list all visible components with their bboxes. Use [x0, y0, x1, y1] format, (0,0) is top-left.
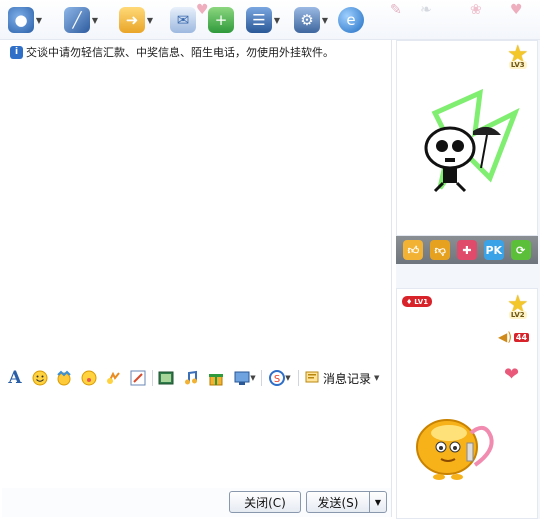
add-chat-icon: + — [208, 7, 234, 33]
chevron-down-icon[interactable]: ▼ — [145, 16, 155, 25]
chevron-down-icon: ▼ — [374, 497, 382, 507]
message-record-label: 消息记录 — [323, 371, 372, 386]
webcam-icon: ● — [8, 7, 34, 33]
speaker-icon: ◀) — [498, 330, 512, 344]
chevron-down-icon[interactable]: ▼ — [250, 374, 255, 382]
music-icon[interactable] — [182, 369, 200, 387]
svg-text:S: S — [274, 374, 280, 385]
ribbon-decoration-icon: ❧ — [420, 2, 432, 18]
heart-decoration-icon: ♥ — [196, 2, 209, 18]
browser-button[interactable]: e — [338, 6, 364, 34]
shake-window-icon[interactable] — [105, 369, 123, 387]
font-icon[interactable]: A — [6, 368, 24, 388]
heart-decoration-icon: ♥ — [510, 2, 523, 18]
my-show-card: ★ LV2 — [396, 288, 538, 519]
security-notice: i 交谈中请勿轻信汇款、中奖信息、陌生电话，勿使用外挂软件。 — [10, 44, 334, 60]
chevron-down-icon[interactable]: ▼ — [320, 16, 330, 25]
send-mail-button[interactable]: ✉ — [170, 6, 196, 34]
gift-icon[interactable]: ✚ — [456, 240, 477, 260]
level-label: LV3 — [508, 61, 527, 69]
message-input[interactable] — [2, 394, 392, 488]
interaction-strip: 👍︎ 👎︎ ✚ PK ⟳ — [396, 236, 538, 264]
format-toolbar: A ▼ S ▼ 消息记录 ▼ — [2, 362, 392, 394]
chevron-down-icon[interactable]: ▼ — [34, 16, 44, 25]
chat-history[interactable]: i 交谈中请勿轻信汇款、中奖信息、陌生电话，勿使用外挂软件。 — [2, 40, 392, 362]
lv1-badge[interactable]: ♦ LV1 — [402, 296, 433, 307]
side-panel: ★ LV3 👍︎ 👎︎ ✚ PK ⟳ ★ LV2 ♦ LV1 ◀) 44 ❤ — [396, 40, 540, 519]
my-show-avatar[interactable] — [411, 403, 501, 493]
heart-gift-icon[interactable]: ❤ — [504, 364, 519, 385]
volume-count: 44 — [513, 332, 530, 342]
chevron-down-icon[interactable]: ▼ — [285, 374, 290, 382]
chevron-down-icon[interactable]: ▼ — [374, 374, 379, 382]
chat-toolbar: ● ▼ ╱ ▼ ➜ ▼ ✉ + ☰ ▼ ⚙ ▼ e ♥ ✎ ❧ ❀ ♥ — [0, 0, 540, 40]
refresh-icon[interactable]: ⟳ — [510, 240, 531, 260]
microphone-icon: ╱ — [64, 7, 90, 33]
chevron-down-icon[interactable]: ▼ — [272, 16, 282, 25]
diamond-icon: ♦ — [406, 297, 413, 306]
close-button[interactable]: 关闭(C) — [229, 491, 301, 513]
send-options-button[interactable]: ▼ — [369, 491, 387, 513]
pencil-decoration-icon: ✎ — [390, 2, 402, 18]
info-shield-icon: i — [10, 45, 23, 59]
thumbs-down-icon[interactable]: 👎︎ — [430, 240, 451, 260]
globe-icon: e — [338, 7, 364, 33]
magic-face-icon[interactable] — [55, 369, 73, 387]
contact-show-card: ★ LV3 — [396, 40, 538, 236]
volume-indicator[interactable]: ◀) 44 — [498, 330, 530, 344]
emoji-icon[interactable] — [31, 369, 49, 387]
gear-icon: ⚙ — [294, 7, 320, 33]
video-call-button[interactable]: ● ▼ — [8, 6, 44, 34]
gift-box-icon[interactable] — [207, 369, 225, 387]
send-button[interactable]: 发送(S) — [306, 491, 370, 513]
flower-decoration-icon: ❀ — [470, 2, 482, 18]
users-apps-icon: ☰ — [246, 7, 272, 33]
thumbs-up-icon[interactable]: 👍︎ — [403, 240, 424, 260]
contact-show-avatar[interactable] — [405, 83, 525, 203]
doodle-icon[interactable] — [129, 369, 147, 387]
envelope-icon: ✉ — [170, 7, 196, 33]
screenshot-icon[interactable]: ▼ — [232, 369, 258, 387]
sogou-input-icon[interactable]: S ▼ — [266, 369, 294, 387]
create-group-button[interactable]: + — [208, 6, 234, 34]
toolbar-divider — [261, 370, 262, 386]
bubble-face-icon[interactable] — [80, 369, 98, 387]
applications-button[interactable]: ☰ ▼ — [246, 6, 282, 34]
send-file-button[interactable]: ➜ ▼ — [119, 6, 155, 34]
notice-text: 交谈中请勿轻信汇款、中奖信息、陌生电话，勿使用外挂软件。 — [26, 46, 334, 59]
toolbar-divider — [152, 370, 153, 386]
cartoon-avatar-icon — [416, 419, 494, 480]
toolbar-divider — [298, 370, 299, 386]
image-icon[interactable] — [157, 369, 175, 387]
lv1-label: LV1 — [414, 297, 429, 306]
folder-transfer-icon: ➜ — [119, 7, 145, 33]
bottom-bar: 关闭(C) 发送(S) ▼ — [2, 488, 392, 517]
voice-call-button[interactable]: ╱ ▼ — [64, 6, 100, 34]
chevron-down-icon[interactable]: ▼ — [90, 16, 100, 25]
skull-avatar-icon — [424, 88, 520, 193]
level-badge[interactable]: ★ LV2 — [507, 292, 529, 319]
settings-button[interactable]: ⚙ ▼ — [294, 6, 330, 34]
message-record-icon — [305, 371, 319, 383]
level-badge[interactable]: ★ LV3 — [507, 42, 529, 69]
message-record-button[interactable]: 消息记录 ▼ — [304, 369, 379, 387]
pk-icon[interactable]: PK — [483, 240, 504, 260]
level-label: LV2 — [508, 311, 527, 319]
